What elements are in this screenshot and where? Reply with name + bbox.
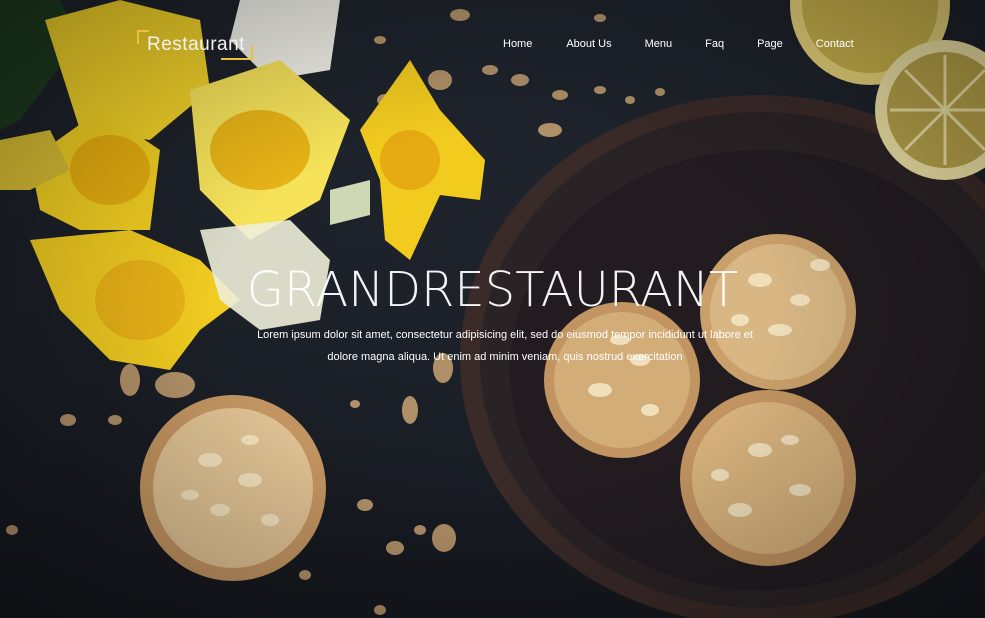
- hero-description: Lorem ipsum dolor sit amet, consectetur …: [257, 329, 753, 363]
- nav-faq[interactable]: Faq: [705, 38, 724, 50]
- nav-menu[interactable]: Menu: [645, 38, 673, 50]
- site-logo[interactable]: Restaurant: [137, 30, 253, 60]
- hero-title: GRANDRESTAURANT: [246, 262, 739, 318]
- logo-bracket-bottom-right: [221, 46, 253, 60]
- nav-about-us[interactable]: About Us: [566, 38, 611, 50]
- nav-home[interactable]: Home: [503, 38, 532, 50]
- nav-page[interactable]: Page: [757, 38, 783, 50]
- nav-contact[interactable]: Contact: [816, 38, 854, 50]
- main-nav: Home About Us Menu Faq Page Contact: [503, 38, 854, 50]
